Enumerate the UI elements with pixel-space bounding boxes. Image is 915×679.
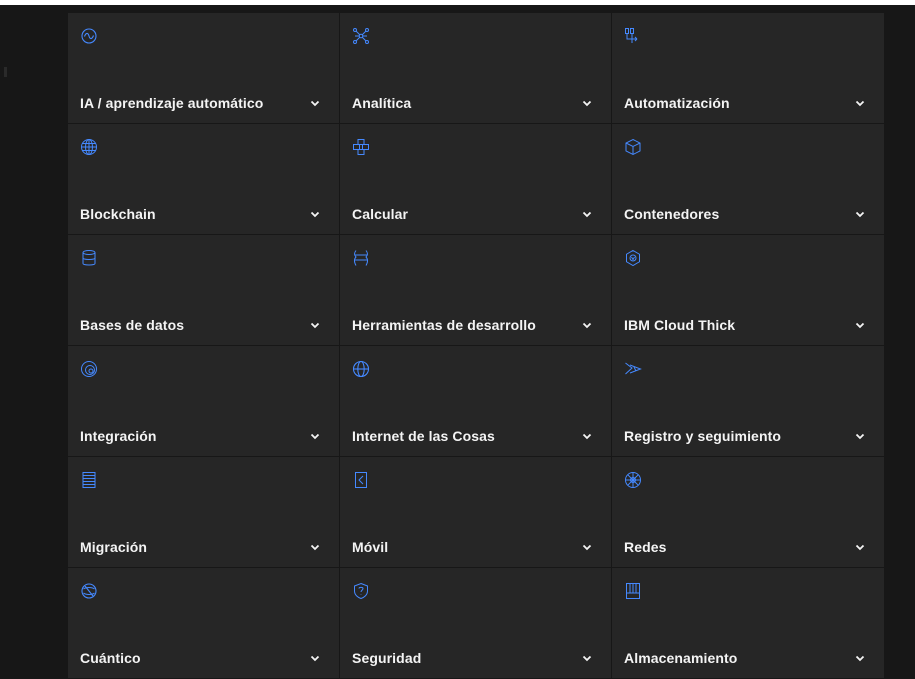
- category-card-security[interactable]: Seguridad: [340, 568, 611, 678]
- chevron-down-icon[interactable]: [854, 97, 866, 109]
- database-icon: [80, 249, 98, 267]
- chevron-down-icon[interactable]: [581, 430, 593, 442]
- chevron-down-icon[interactable]: [581, 97, 593, 109]
- category-label: Herramientas de desarrollo: [352, 317, 536, 333]
- category-label: Analítica: [352, 95, 412, 111]
- category-label: Redes: [624, 539, 667, 555]
- category-label: Registro y seguimiento: [624, 428, 782, 444]
- category-label: Almacenamiento: [624, 650, 738, 666]
- category-label: Seguridad: [352, 650, 422, 666]
- container-cube-icon: [624, 138, 642, 156]
- chevron-down-icon[interactable]: [309, 541, 321, 553]
- chevron-down-icon[interactable]: [581, 208, 593, 220]
- category-card-dev-tools[interactable]: Herramientas de desarrollo: [340, 235, 611, 345]
- category-label: Cuántico: [80, 650, 141, 666]
- category-label: Blockchain: [80, 206, 156, 222]
- category-card-compute[interactable]: Calcular: [340, 124, 611, 234]
- category-card-networking[interactable]: Redes: [612, 457, 884, 567]
- chevron-down-icon[interactable]: [854, 652, 866, 664]
- chevron-down-icon[interactable]: [581, 652, 593, 664]
- page-frame: IA / aprendizaje automático Analítica Au…: [0, 5, 915, 679]
- compute-blocks-icon: [352, 138, 370, 156]
- storage-icon: [624, 582, 642, 600]
- integration-icon: [80, 360, 98, 378]
- security-shield-icon: [352, 582, 370, 600]
- chevron-down-icon[interactable]: [309, 208, 321, 220]
- cloud-hex-icon: [624, 249, 642, 267]
- category-card-iot[interactable]: Internet de las Cosas: [340, 346, 611, 456]
- category-card-migration[interactable]: Migración: [68, 457, 339, 567]
- category-label: Calcular: [352, 206, 409, 222]
- category-card-automation[interactable]: Automatización: [612, 13, 884, 123]
- chevron-down-icon[interactable]: [854, 319, 866, 331]
- category-card-integration[interactable]: Integración: [68, 346, 339, 456]
- category-card-blockchain[interactable]: Blockchain: [68, 124, 339, 234]
- category-card-quantum[interactable]: Cuántico: [68, 568, 339, 678]
- category-label: Internet de las Cosas: [352, 428, 495, 444]
- category-label: Bases de datos: [80, 317, 185, 333]
- category-label: IBM Cloud Thick: [624, 317, 736, 333]
- category-label: Automatización: [624, 95, 730, 111]
- category-label: Migración: [80, 539, 148, 555]
- category-card-databases[interactable]: Bases de datos: [68, 235, 339, 345]
- category-label: Móvil: [352, 539, 389, 555]
- chevron-down-icon[interactable]: [581, 541, 593, 553]
- scroll-edge-marker: [4, 67, 7, 77]
- developer-tools-icon: [352, 249, 370, 267]
- chevron-down-icon[interactable]: [854, 430, 866, 442]
- category-card-containers[interactable]: Contenedores: [612, 124, 884, 234]
- category-card-ibm-cloud[interactable]: IBM Cloud Thick: [612, 235, 884, 345]
- category-label: Integración: [80, 428, 157, 444]
- chevron-down-icon[interactable]: [309, 430, 321, 442]
- iot-globe-icon: [352, 360, 370, 378]
- analytics-network-icon: [352, 27, 370, 45]
- category-card-logging[interactable]: Registro y seguimiento: [612, 346, 884, 456]
- logging-monitoring-icon: [624, 360, 642, 378]
- blockchain-globe-icon: [80, 138, 98, 156]
- category-card-storage[interactable]: Almacenamiento: [612, 568, 884, 678]
- category-card-mobile[interactable]: Móvil: [340, 457, 611, 567]
- category-card-ai[interactable]: IA / aprendizaje automático: [68, 13, 339, 123]
- chevron-down-icon[interactable]: [581, 319, 593, 331]
- category-label: Contenedores: [624, 206, 720, 222]
- ai-brain-icon: [80, 27, 98, 45]
- automation-flow-icon: [624, 27, 642, 45]
- chevron-down-icon[interactable]: [854, 541, 866, 553]
- mobile-icon: [352, 471, 370, 489]
- chevron-down-icon[interactable]: [854, 208, 866, 220]
- category-card-analytics[interactable]: Analítica: [340, 13, 611, 123]
- chevron-down-icon[interactable]: [309, 319, 321, 331]
- network-icon: [624, 471, 642, 489]
- chevron-down-icon[interactable]: [309, 97, 321, 109]
- quantum-icon: [80, 582, 98, 600]
- category-grid: IA / aprendizaje automático Analítica Au…: [68, 13, 884, 678]
- migration-icon: [80, 471, 98, 489]
- category-label: IA / aprendizaje automático: [80, 95, 264, 111]
- chevron-down-icon[interactable]: [309, 652, 321, 664]
